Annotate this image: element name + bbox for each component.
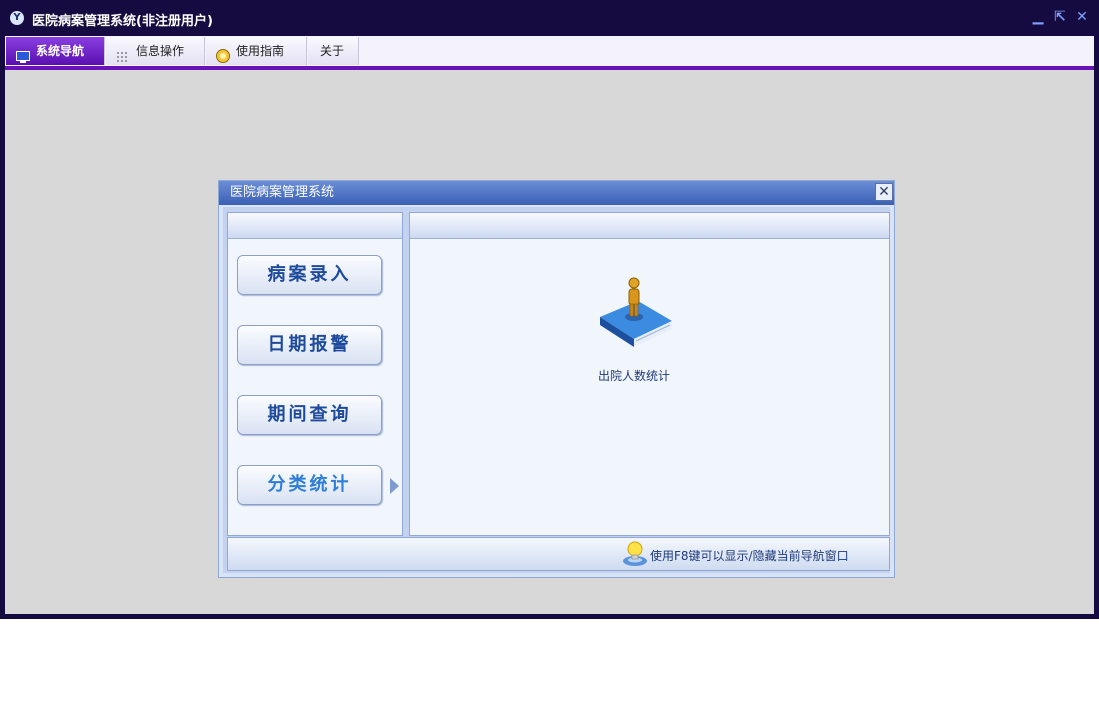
nav-button-date-alert[interactable]: 日期报警 [237,325,382,365]
tab-label: 系统导航 [36,44,85,58]
app-logo-icon: Y [10,11,24,25]
dialog-body: 病案录入 日期报警 期间查询 分类统计 出院人数统计 使用F8键可以显示/隐藏当… [223,207,890,573]
nav-button-period-query[interactable]: 期间查询 [237,395,382,435]
monitor-icon [16,45,30,63]
close-button[interactable]: ✕ [1074,9,1090,25]
tab-label: 信息操作 [136,44,185,58]
nav-panel: 病案录入 日期报警 期间查询 分类统计 [227,212,403,536]
selected-arrow-icon [390,478,399,494]
dialog-title: 医院病案管理系统 [230,185,335,200]
dialog-close-button[interactable]: ✕ [875,183,893,201]
nav-button-category-stats[interactable]: 分类统计 [237,465,382,505]
person-on-book-icon[interactable] [594,277,674,355]
tab-system-navigation[interactable]: 系统导航 [6,37,105,65]
item-label-discharge-stats[interactable]: 出院人数统计 [564,367,704,384]
content-panel: 出院人数统计 [409,212,890,536]
minimize-button[interactable]: ▁ [1030,9,1046,25]
restore-button[interactable]: ⇱ [1052,9,1068,25]
nav-panel-header [228,213,402,239]
nav-button-record-entry[interactable]: 病案录入 [237,255,382,295]
tip-text: 使用F8键可以显示/隐藏当前导航窗口 [650,549,849,563]
tab-info-operations[interactable]: 信息操作 [106,37,205,65]
tab-label: 使用指南 [236,44,285,58]
content-panel-header [410,213,889,239]
help-icon [216,45,230,63]
lightbulb-icon [622,540,648,568]
tab-about[interactable]: 关于 [308,37,359,65]
dialog-title-bar[interactable]: 医院病案管理系统 ✕ [219,181,894,205]
navigation-dialog: 医院病案管理系统 ✕ 病案录入 日期报警 期间查询 分类统计 出院人数统计 使用… [218,180,895,578]
grid-icon [116,45,130,62]
title-bar: Y 医院病案管理系统(非注册用户) ▁ ⇱ ✕ [0,0,1099,36]
tab-user-guide[interactable]: 使用指南 [206,37,307,65]
tip-bar: 使用F8键可以显示/隐藏当前导航窗口 [227,537,890,571]
window-title: 医院病案管理系统(非注册用户) [32,14,213,29]
tab-label: 关于 [320,44,345,58]
